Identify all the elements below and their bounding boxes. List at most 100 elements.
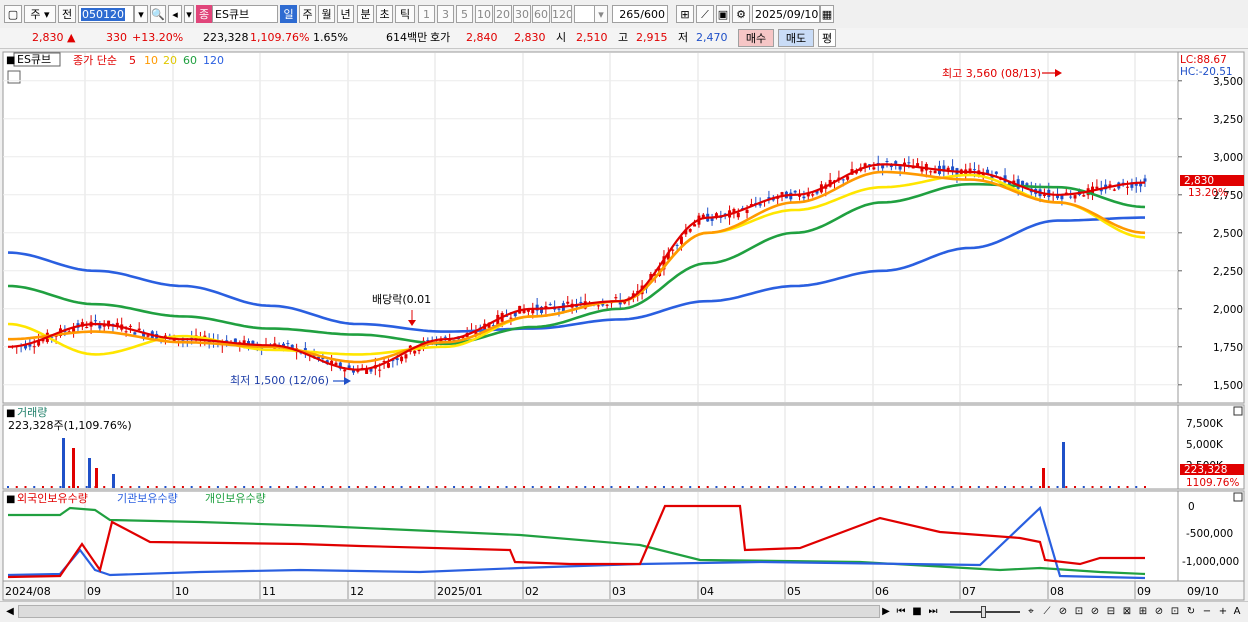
candle-body bbox=[404, 354, 408, 359]
interval-5[interactable]: 5 bbox=[456, 5, 473, 23]
holdings-close-icon[interactable] bbox=[1233, 492, 1243, 502]
volume-bar bbox=[820, 486, 823, 488]
interval-3[interactable]: 3 bbox=[437, 5, 454, 23]
eval-button[interactable]: 평 bbox=[818, 29, 836, 47]
candle-body bbox=[1073, 195, 1077, 199]
volume-bar bbox=[662, 486, 665, 488]
candle-body bbox=[745, 209, 749, 214]
candle-body bbox=[793, 190, 797, 193]
speaker-dropdown-icon[interactable]: ▾ bbox=[184, 5, 194, 23]
fib-tool-icon[interactable]: ⊘ bbox=[1056, 604, 1070, 619]
current-pct-tag: 13.20% bbox=[1188, 187, 1228, 199]
save-icon[interactable]: ▣ bbox=[716, 5, 730, 23]
candle-body bbox=[898, 166, 902, 170]
period-minute[interactable]: 분 bbox=[357, 5, 374, 23]
search-icon[interactable]: 🔍 bbox=[150, 5, 166, 23]
interval-60[interactable]: 60 bbox=[532, 5, 550, 23]
candle-body bbox=[128, 325, 132, 327]
eraser-icon[interactable]: ⊘ bbox=[1088, 604, 1102, 619]
count-value: 265 bbox=[619, 8, 641, 21]
scroll-left-icon[interactable]: ◀ bbox=[4, 604, 16, 619]
zoom-slider-handle[interactable] bbox=[981, 606, 986, 618]
settings-icon[interactable]: ⚙ bbox=[732, 5, 750, 23]
interval-dropdown-icon[interactable]: ▾ bbox=[594, 5, 608, 23]
volume-bar bbox=[59, 486, 62, 488]
volume-bar bbox=[636, 486, 639, 488]
trend-tool-icon[interactable]: ⟋ bbox=[1040, 604, 1054, 619]
scroll-right-icon[interactable]: ▶ bbox=[880, 604, 892, 619]
stock-code-input[interactable]: 050120 bbox=[78, 5, 134, 23]
scroll-track[interactable] bbox=[18, 605, 880, 618]
crosshair-icon[interactable]: ⌖ bbox=[1024, 604, 1038, 619]
interval-10[interactable]: 10 bbox=[475, 5, 493, 23]
interval-30[interactable]: 30 bbox=[513, 5, 531, 23]
volume-bar bbox=[1065, 486, 1068, 488]
link-icon[interactable]: ⊘ bbox=[1152, 604, 1166, 619]
candle-type-icon[interactable]: ⊞ bbox=[676, 5, 694, 23]
candle-body bbox=[146, 335, 150, 337]
chart-area: ■ ES큐브 종가 단순 5 10 20 60 120 LC:88.67 HC:… bbox=[2, 51, 1245, 601]
layout-icon[interactable]: ▢ bbox=[4, 5, 22, 23]
draw-line-icon[interactable]: ⟋ bbox=[696, 5, 714, 23]
calendar-icon[interactable]: ▦ bbox=[820, 5, 834, 23]
volume-bar bbox=[829, 486, 832, 488]
sell-button[interactable]: 매도 bbox=[778, 29, 814, 47]
x-label: 05 bbox=[787, 585, 801, 598]
holdings-bullet-icon: ■ bbox=[6, 494, 15, 505]
buy-button[interactable]: 매수 bbox=[738, 29, 774, 47]
volume-bar bbox=[627, 486, 630, 488]
price-tick-label: 1,500 bbox=[1213, 380, 1243, 392]
candle-body bbox=[347, 365, 351, 368]
volume-bar bbox=[558, 486, 561, 488]
volume-bar bbox=[461, 486, 464, 488]
price-tick-label: 2,250 bbox=[1213, 266, 1243, 278]
x-label: 2024/08 bbox=[5, 585, 51, 598]
jump-start-icon[interactable]: ⏮ bbox=[894, 604, 908, 619]
print-icon[interactable]: ⊟ bbox=[1104, 604, 1118, 619]
date-field[interactable]: 2025/09/10 bbox=[752, 5, 820, 23]
window-icon[interactable]: ⊡ bbox=[1168, 604, 1182, 619]
period-day[interactable]: 일 bbox=[280, 5, 297, 23]
copy-icon[interactable]: ⊞ bbox=[1136, 604, 1150, 619]
jump-end-icon[interactable]: ⏭ bbox=[926, 604, 940, 619]
prev-button[interactable]: 전 bbox=[58, 5, 76, 23]
interval-20[interactable]: 20 bbox=[494, 5, 512, 23]
interval-120[interactable]: 120 bbox=[551, 5, 572, 23]
interval-1[interactable]: 1 bbox=[418, 5, 435, 23]
volume-bar bbox=[601, 486, 604, 488]
x-label: 12 bbox=[350, 585, 364, 598]
volume-bar bbox=[479, 486, 482, 488]
market-badge: 종 bbox=[196, 5, 212, 23]
count-total: /600 bbox=[640, 8, 665, 21]
count-field[interactable]: 265/600 bbox=[612, 5, 668, 23]
volume-bar bbox=[269, 486, 272, 488]
volume-bar bbox=[724, 486, 727, 488]
stock-name-field[interactable]: ES큐브 bbox=[212, 5, 278, 23]
volume-bar bbox=[129, 486, 132, 488]
zoom-out-icon[interactable]: − bbox=[1200, 604, 1214, 619]
code-dropdown-icon[interactable]: ▾ bbox=[134, 5, 148, 23]
x-label: 06 bbox=[875, 585, 889, 598]
text-tool-icon[interactable]: ⊡ bbox=[1072, 604, 1086, 619]
volume-bar bbox=[811, 486, 814, 488]
candle-body bbox=[972, 169, 976, 171]
candle-body bbox=[811, 194, 815, 196]
ma60-legend: 60 bbox=[183, 54, 197, 67]
period-second[interactable]: 초 bbox=[376, 5, 393, 23]
refresh-icon[interactable]: ↻ bbox=[1184, 604, 1198, 619]
volume-close-icon[interactable] bbox=[1233, 406, 1243, 416]
camera-icon[interactable]: ⊠ bbox=[1120, 604, 1134, 619]
period-type-select[interactable]: 주 ▾ bbox=[24, 5, 56, 23]
period-tick[interactable]: 틱 bbox=[395, 5, 415, 23]
candle-body bbox=[1143, 178, 1147, 182]
period-week[interactable]: 주 bbox=[299, 5, 316, 23]
stop-icon[interactable]: ■ bbox=[910, 604, 924, 619]
auto-scale-icon[interactable]: A bbox=[1230, 604, 1244, 619]
volume-bar bbox=[969, 486, 972, 488]
period-month[interactable]: 월 bbox=[318, 5, 335, 23]
period-year[interactable]: 년 bbox=[337, 5, 354, 23]
x-label: 04 bbox=[700, 585, 714, 598]
speaker-icon[interactable]: ◂ bbox=[168, 5, 182, 23]
zoom-in-icon[interactable]: + bbox=[1216, 604, 1230, 619]
ma-legend-title: 종가 단순 bbox=[73, 54, 117, 67]
